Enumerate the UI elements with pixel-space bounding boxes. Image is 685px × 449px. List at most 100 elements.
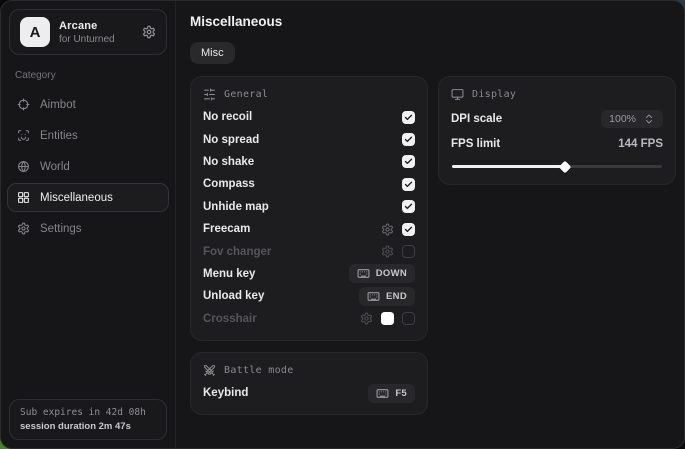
row-controls [402,133,415,146]
slider-thumb[interactable] [559,160,572,173]
sidebar-item-miscellaneous[interactable]: Miscellaneous [7,183,169,212]
checkbox-no-recoil[interactable] [402,111,415,124]
row-controls [402,111,415,124]
panels-area: General No recoil No spread No shake Compass… [190,76,676,415]
dpi-select[interactable]: 100% [601,110,663,128]
sidebar-item-label: World [40,161,70,173]
app-header-card: A Arcane for Unturned [9,9,167,55]
sidebar-item-label: Miscellaneous [40,192,113,204]
subscription-card: Sub expires in 42d 08h session duration … [9,399,167,440]
checkbox-no-spread[interactable] [402,133,415,146]
row-compass: Compass [203,173,415,195]
row-no-recoil: No recoil [203,106,415,128]
keybind-badge-menu-key[interactable]: DOWN [349,264,415,283]
row-dpi-scale: DPI scale100% [451,106,663,131]
row-freecam: Freecam [203,218,415,240]
keyboard-icon [376,387,389,400]
app-header-text: Arcane for Unturned [59,20,133,45]
check-icon [404,225,413,234]
row-label: Menu key [203,268,255,280]
row-label: Unload key [203,290,264,302]
grid-icon [17,191,30,204]
row-controls: F5 [368,384,415,403]
gear-icon[interactable] [142,25,156,39]
row-label: Compass [203,178,255,190]
gear-icon [360,312,373,325]
color-swatch[interactable] [381,312,394,325]
row-unload-key: Unload key END [203,285,415,307]
sidebar-item-world[interactable]: World [7,152,169,181]
panel-battle-mode: Battle mode Keybind F5 [190,352,428,415]
row-label: No shake [203,156,254,168]
app-logo: A [20,17,50,47]
keybind-value: F5 [395,388,407,399]
row-controls: DOWN [349,264,415,283]
keybind-value: DOWN [376,268,407,279]
checkbox-crosshair[interactable] [402,312,415,325]
entities-icon [17,129,30,142]
sidebar: A Arcane for Unturned Category AimbotEnt… [1,1,176,448]
checkbox-fov-changer[interactable] [402,245,415,258]
check-icon [404,157,413,166]
row-unhide-map: Unhide map [203,196,415,218]
checkbox-compass[interactable] [402,178,415,191]
row-label: No recoil [203,111,252,123]
sidebar-item-aimbot[interactable]: Aimbot [7,90,169,119]
row-label: Keybind [203,387,248,399]
panel-general: General No recoil No spread No shake Compass… [190,76,428,341]
slider-value: 144 FPS [618,138,663,150]
row-label: Unhide map [203,201,269,213]
checkbox-freecam[interactable] [402,223,415,236]
panel-display: Display DPI scale100% FPS limit 144 FPS [438,76,676,185]
row-controls [360,312,415,325]
monitor-icon [451,88,464,101]
chevrons-up-down-icon [643,113,655,125]
keybind-badge-keybind[interactable]: F5 [368,384,415,403]
row-label: Fov changer [203,246,271,258]
checkbox-no-shake[interactable] [402,155,415,168]
app-subtitle: for Unturned [59,34,133,45]
row-keybind: Keybind F5 [203,382,415,404]
panel-header-display: Display [451,86,663,106]
check-icon [404,135,413,144]
keybind-badge-unload-key[interactable]: END [359,287,415,306]
row-controls [381,223,415,236]
app-window: A Arcane for Unturned Category AimbotEnt… [0,0,685,449]
row-crosshair: Crosshair [203,308,415,330]
swords-icon [203,364,216,377]
row-no-shake: No shake [203,151,415,173]
gear-icon [381,223,394,236]
panel-header-battle-mode: Battle mode [203,362,415,382]
row-label: Freecam [203,223,250,235]
page-title: Miscellaneous [190,14,676,29]
sidebar-item-settings[interactable]: Settings [7,214,169,243]
panel-title: Battle mode [224,365,294,376]
row-no-spread: No spread [203,128,415,150]
tab-misc[interactable]: Misc [190,42,235,64]
row-controls [381,245,415,258]
gear-icon [17,222,30,235]
row-label: Crosshair [203,313,257,325]
sliders-icon [203,88,216,101]
row-label: FPS limit [451,138,500,150]
panel-header-general: General [203,86,415,106]
select-value: 100% [609,113,636,125]
keyboard-icon [367,290,380,303]
row-fps-limit: FPS limit 144 FPS [451,131,663,156]
checkbox-unhide-map[interactable] [402,200,415,213]
globe-icon [17,160,30,173]
row-fov-changer: Fov changer [203,240,415,262]
gear-icon [381,245,394,258]
left-column: General No recoil No spread No shake Compass… [190,76,428,415]
check-icon [404,202,413,211]
sidebar-item-label: Aimbot [40,99,76,111]
panel-title: Display [472,89,516,100]
fps-slider[interactable] [452,165,662,168]
keyboard-icon [357,267,370,280]
category-nav: Aimbot Entities World Miscellaneous Settings [1,89,175,244]
check-icon [404,180,413,189]
row-controls [402,178,415,191]
crosshair-icon [17,98,30,111]
sub-expiry-text: Sub expires in 42d 08h [20,407,156,418]
sidebar-item-entities[interactable]: Entities [7,121,169,150]
